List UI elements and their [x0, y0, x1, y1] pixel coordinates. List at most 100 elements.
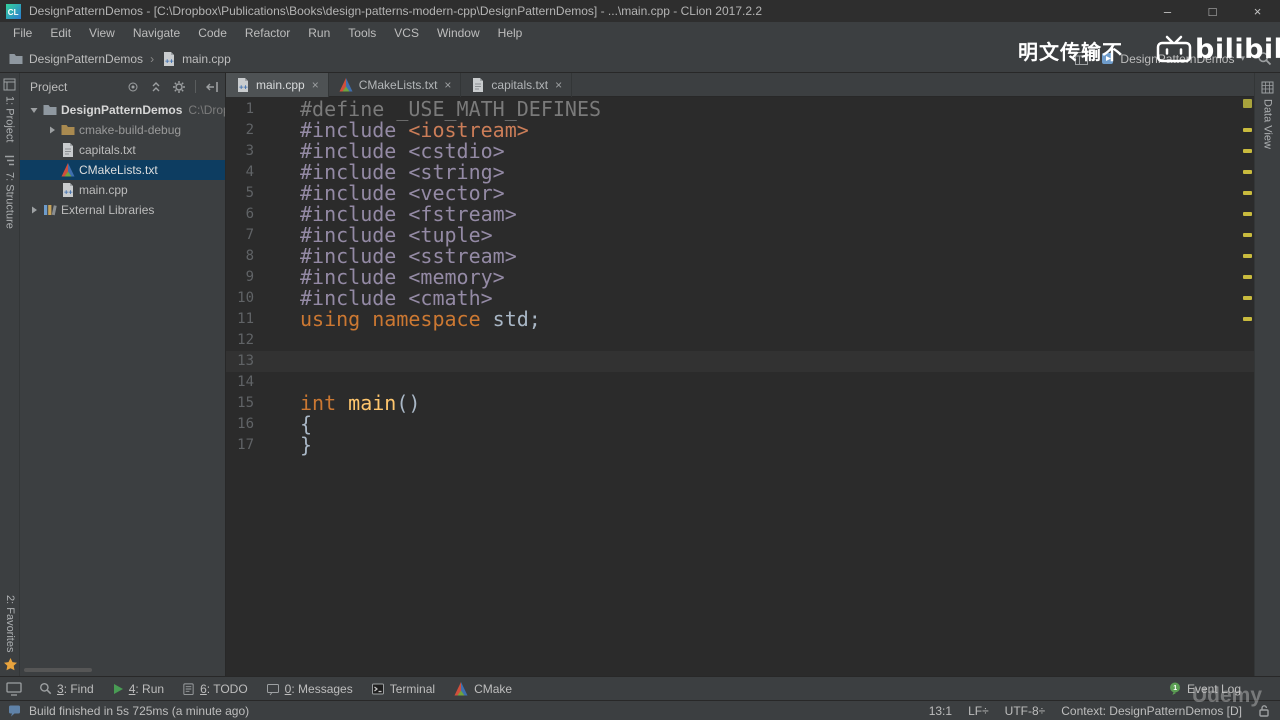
menu-vcs[interactable]: VCS	[385, 22, 428, 45]
line-number: 2	[245, 122, 254, 138]
code-text: using namespace std;	[296, 309, 541, 330]
code-text: #define _USE_MATH_DEFINES	[296, 99, 601, 120]
code-text: #include <cmath>	[296, 288, 493, 309]
editor-tab-capitals-txt[interactable]: capitals.txt ×	[461, 73, 573, 97]
code-token: main	[348, 391, 397, 415]
tree-item-designpatterndemos[interactable]: DesignPatternDemos C:\Drop	[20, 100, 225, 120]
tool-button-terminal[interactable]: Terminal	[362, 677, 444, 701]
tool-tab-7-structure[interactable]: 7: Structure	[3, 154, 16, 229]
window-controls: – □ ×	[1145, 0, 1280, 22]
tree-item-capitals-txt[interactable]: capitals.txt	[20, 140, 225, 160]
tool-button-label: 0: Messages	[284, 681, 353, 696]
menu-file[interactable]: File	[4, 22, 41, 45]
tool-tab-data-view[interactable]: Data View	[1261, 81, 1274, 149]
code-line-13: 13	[226, 351, 1254, 372]
svg-text:1: 1	[1173, 685, 1177, 692]
menu-window[interactable]: Window	[428, 22, 489, 45]
code-text: #include <fstream>	[296, 204, 517, 225]
toolwindow-switcher-icon[interactable]	[6, 681, 22, 696]
editor-tab-main-cpp[interactable]: ++ main.cpp ×	[226, 73, 329, 97]
code-line-4: 4 #include <string>	[226, 162, 1254, 183]
project-panel-toolbar	[126, 80, 219, 94]
find-icon	[39, 682, 52, 695]
code-line-7: 7 #include <tuple>	[226, 225, 1254, 246]
tree-item-cmake-build-debug[interactable]: cmake-build-debug	[20, 120, 225, 140]
code-text: #include <sstream>	[296, 246, 517, 267]
file-cmake-icon	[338, 77, 354, 93]
editor-tab-cmakelists-txt[interactable]: CMakeLists.txt ×	[329, 73, 462, 97]
tool-tab-1-project[interactable]: 1: Project	[3, 78, 16, 142]
tree-item-external-libraries[interactable]: External Libraries	[20, 200, 225, 220]
event-icon: 1	[1168, 681, 1182, 696]
bilibili-wordmark: bilibili	[1195, 34, 1280, 65]
code-line-9: 9 #include <memory>	[226, 267, 1254, 288]
close-tab-icon[interactable]: ×	[555, 78, 562, 92]
maximize-button[interactable]: □	[1190, 0, 1235, 22]
tool-button-label: 4: Run	[128, 681, 165, 696]
editor-tab-label: capitals.txt	[491, 78, 549, 92]
menu-help[interactable]: Help	[489, 22, 532, 45]
file-cpp-icon: ++	[161, 51, 177, 67]
menu-edit[interactable]: Edit	[41, 22, 80, 45]
line-number: 15	[237, 395, 254, 411]
breadcrumb-item[interactable]: ++ main.cpp	[161, 51, 231, 67]
code-text: {	[296, 414, 312, 435]
horizontal-scrollbar[interactable]	[24, 668, 92, 672]
editor-tab-label: CMakeLists.txt	[358, 78, 438, 92]
hide-icon[interactable]	[205, 80, 219, 94]
code-line-2: 2 #include <iostream>	[226, 120, 1254, 141]
notification-icon[interactable]	[8, 704, 21, 717]
bottom-bar-buttons: 3: Find 4: Run 6: TODO 0: Messages Terminal C…	[30, 677, 521, 701]
inspection-indicator[interactable]	[1243, 99, 1252, 108]
line-number: 12	[237, 332, 254, 348]
code-text: #include <tuple>	[296, 225, 493, 246]
tool-button-3-find[interactable]: 3: Find	[30, 677, 103, 701]
todo-icon	[182, 682, 195, 696]
toolbar-separator	[195, 80, 196, 93]
tool-button-0-messages[interactable]: 0: Messages	[257, 677, 362, 701]
code-text: int main()	[296, 393, 420, 414]
menu-view[interactable]: View	[80, 22, 124, 45]
tree-item-cmakelists-txt[interactable]: CMakeLists.txt	[20, 160, 225, 180]
tool-tab-label: 1: Project	[3, 96, 16, 143]
right-tool-stripe: Data View	[1254, 73, 1280, 676]
watermark-bilibili: bilibili	[1156, 34, 1280, 65]
breadcrumb-item[interactable]: DesignPatternDemos	[8, 51, 143, 67]
gear-icon[interactable]	[172, 80, 186, 94]
code-line-14: 14	[226, 372, 1254, 393]
svg-text:++: ++	[239, 83, 248, 92]
project-tool-window: Project DesignPatternDemos C:\Drop cmake-b…	[20, 73, 226, 676]
tool-button-6-todo[interactable]: 6: TODO	[173, 677, 257, 701]
menu-tools[interactable]: Tools	[339, 22, 385, 45]
left-stripe-bottom: 2: Favorites	[0, 595, 20, 672]
tool-tab-2-favorites[interactable]: 2: Favorites	[3, 595, 18, 672]
minimize-button[interactable]: –	[1145, 0, 1190, 22]
code-rows: 1 #define _USE_MATH_DEFINES 2 #include <ios…	[226, 97, 1254, 456]
chevron-right-icon	[26, 205, 41, 215]
breadcrumb-label: main.cpp	[182, 51, 231, 66]
code-text: #include <memory>	[296, 267, 505, 288]
menu-navigate[interactable]: Navigate	[124, 22, 189, 45]
line-number: 9	[245, 269, 254, 285]
file-encoding[interactable]: UTF-8÷	[1005, 704, 1046, 718]
line-number: 3	[245, 143, 254, 159]
menu-run[interactable]: Run	[299, 22, 339, 45]
tree-item-main-cpp[interactable]: ++ main.cpp	[20, 180, 225, 200]
locate-icon[interactable]	[126, 80, 140, 94]
close-tab-icon[interactable]: ×	[312, 78, 319, 92]
caret-position[interactable]: 13:1	[929, 704, 952, 718]
close-button[interactable]: ×	[1235, 0, 1280, 22]
menu-code[interactable]: Code	[189, 22, 236, 45]
tool-button-cmake[interactable]: CMake	[444, 677, 521, 701]
collapse-all-icon[interactable]	[149, 80, 163, 94]
tool-button-4-run[interactable]: 4: Run	[103, 677, 173, 701]
code-line-10: 10 #include <cmath>	[226, 288, 1254, 309]
code-line-6: 6 #include <fstream>	[226, 204, 1254, 225]
line-separator[interactable]: LF÷	[968, 704, 989, 718]
tool-button-label: 6: TODO	[200, 681, 248, 696]
close-tab-icon[interactable]: ×	[444, 78, 451, 92]
editor[interactable]: 1 #define _USE_MATH_DEFINES 2 #include <ios…	[226, 97, 1254, 676]
menu-refactor[interactable]: Refactor	[236, 22, 299, 45]
